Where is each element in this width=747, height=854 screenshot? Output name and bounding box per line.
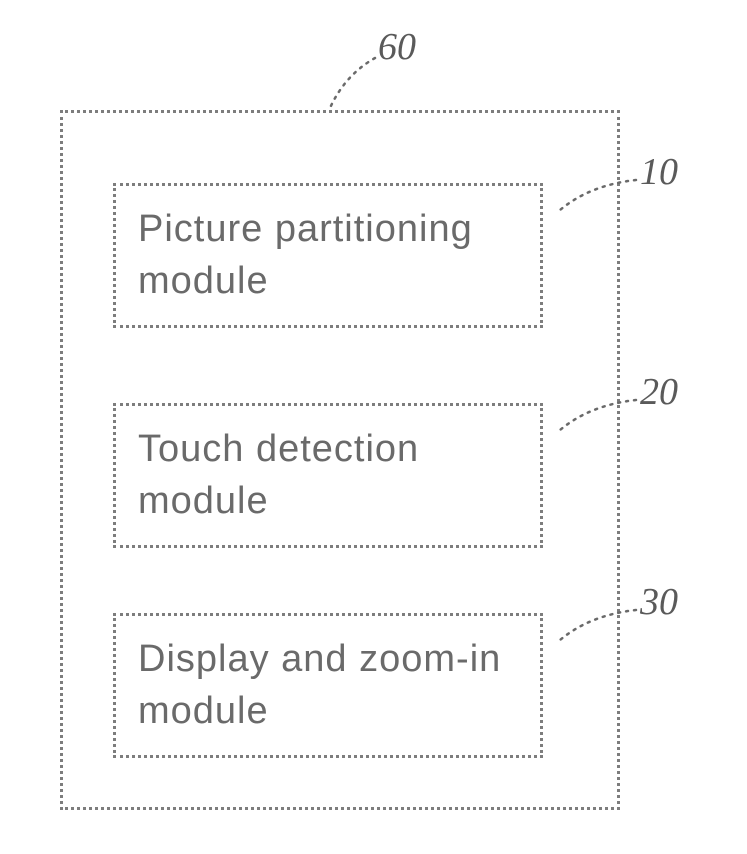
module-label: Touch detection module xyxy=(138,424,518,527)
module-touch-detection: Touch detection module xyxy=(113,403,543,548)
outer-container: Picture partitioning module Touch detect… xyxy=(60,110,620,810)
module-picture-partitioning: Picture partitioning module xyxy=(113,183,543,328)
module-label: Picture partitioning module xyxy=(138,204,518,307)
reference-label-10: 10 xyxy=(640,150,678,194)
reference-label-20: 20 xyxy=(640,370,678,414)
module-label: Display and zoom-in module xyxy=(138,634,518,737)
reference-label-60: 60 xyxy=(378,25,416,69)
module-display-zoom: Display and zoom-in module xyxy=(113,613,543,758)
diagram-canvas: 60 Picture partitioning module Touch det… xyxy=(0,0,747,854)
reference-label-30: 30 xyxy=(640,580,678,624)
